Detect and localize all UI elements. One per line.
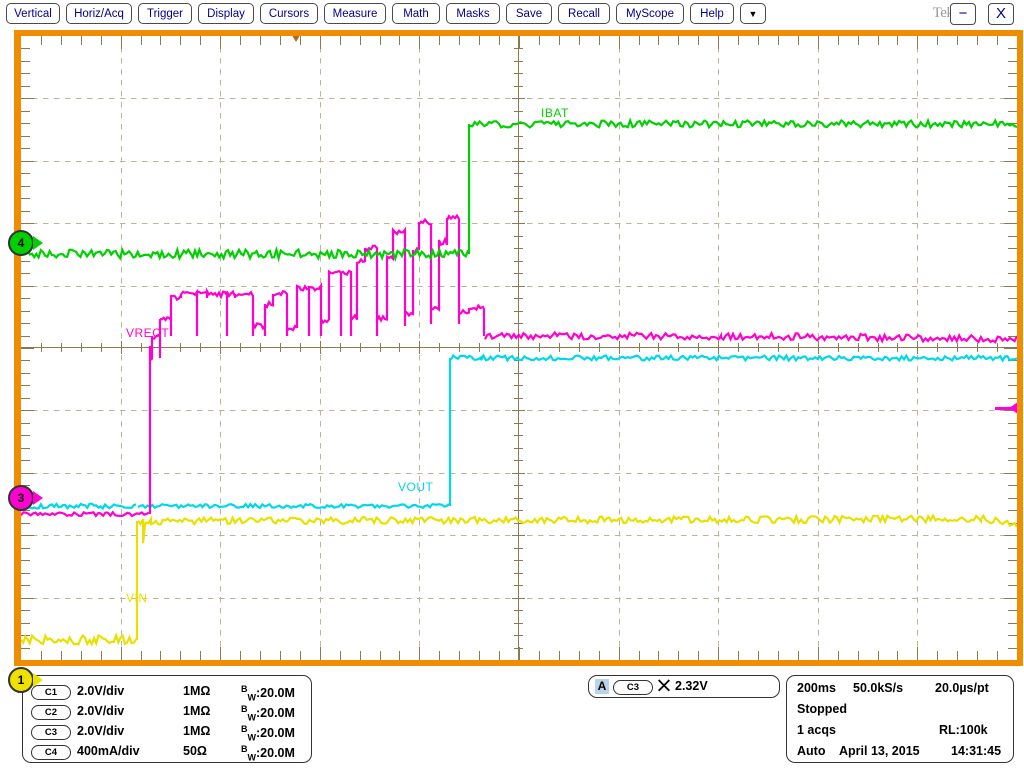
- waveform-label-vin: VIN: [126, 591, 148, 605]
- channel-row-C4[interactable]: C4 400mA/div 50Ω BW:20.0M: [31, 743, 306, 763]
- minimize-button[interactable]: −: [950, 3, 976, 25]
- menu-button-save[interactable]: Save: [506, 3, 552, 24]
- close-button[interactable]: X: [988, 3, 1014, 25]
- channel-ref-pointer-3: [33, 491, 43, 505]
- graticule-frame-right: [1017, 30, 1023, 666]
- channel-pill-C4[interactable]: C4: [31, 745, 71, 760]
- channel-impedance-C3: 1MΩ: [183, 724, 210, 738]
- channel-pill-C2[interactable]: C2: [31, 705, 71, 720]
- channel-ref-marker-1[interactable]: 1: [8, 667, 34, 693]
- menu-button-help[interactable]: Help: [690, 3, 734, 24]
- waveform-traces: [21, 36, 1017, 660]
- channel-row-C3[interactable]: C3 2.0V/div 1MΩ BW:20.0M: [31, 723, 306, 743]
- resolution-value: 20.0µs/pt: [935, 681, 989, 695]
- channel-ref-pointer-4: [33, 236, 43, 250]
- channel-bandwidth-C1: BW:20.0M: [241, 684, 295, 703]
- menu-button-display[interactable]: Display: [198, 3, 254, 24]
- timebase-value: 200ms: [797, 681, 836, 695]
- channel-impedance-C4: 50Ω: [183, 744, 207, 758]
- date-value: April 13, 2015: [839, 744, 920, 758]
- trigger-slope-icon: ⨉: [658, 678, 670, 695]
- time-value: 14:31:45: [951, 744, 1001, 758]
- trace-vrect: [21, 216, 1017, 516]
- record-length-value: RL:100k: [939, 723, 988, 737]
- trigger-settings-panel[interactable]: A C3 ⨉ 2.32V: [588, 675, 780, 698]
- menu-button-vertical[interactable]: Vertical: [6, 3, 60, 24]
- channel-settings-panel: C1 2.0V/div 1MΩ BW:20.0M C2 2.0V/div 1MΩ BW:20.…: [22, 675, 312, 763]
- trace-vout: [21, 356, 1017, 509]
- channel-pill-C3[interactable]: C3: [31, 725, 71, 740]
- trigger-source-letter: A: [595, 679, 609, 694]
- channel-voltsdiv-C3: 2.0V/div: [77, 724, 124, 738]
- graticule-plot-area[interactable]: IBAT VRECT VOUT VIN: [21, 36, 1017, 660]
- menu-overflow-chevron-down-icon[interactable]: ▼: [740, 3, 766, 24]
- channel-bandwidth-C4: BW:20.0M: [241, 744, 295, 763]
- menu-button-horiz-acq[interactable]: Horiz/Acq: [66, 3, 132, 24]
- menu-button-math[interactable]: Math: [392, 3, 440, 24]
- acquisition-state: Stopped: [797, 702, 847, 716]
- trigger-channel-pill: C3: [613, 680, 653, 695]
- channel-ref-marker-3[interactable]: 3: [8, 485, 34, 511]
- acquisition-count: 1 acqs: [797, 723, 836, 737]
- channel-ref-marker-4[interactable]: 4: [8, 230, 34, 256]
- channel-ref-pointer-1: [33, 673, 43, 687]
- graticule-frame-left: [14, 30, 21, 666]
- menu-button-masks[interactable]: Masks: [446, 3, 500, 24]
- channel-row-C1[interactable]: C1 2.0V/div 1MΩ BW:20.0M: [31, 683, 306, 703]
- menu-bar: Vertical Horiz/Acq Trigger Display Cursors Me…: [0, 0, 1024, 28]
- menu-button-measure[interactable]: Measure: [324, 3, 386, 24]
- channel-voltsdiv-C1: 2.0V/div: [77, 684, 124, 698]
- trace-ibat: [21, 121, 1017, 259]
- waveform-label-ibat: IBAT: [541, 106, 569, 120]
- channel-bandwidth-C2: BW:20.0M: [241, 704, 295, 723]
- waveform-label-vout: VOUT: [398, 480, 433, 494]
- trigger-position-marker[interactable]: [289, 36, 303, 42]
- channel-bandwidth-C3: BW:20.0M: [241, 724, 295, 743]
- trigger-level-marker[interactable]: [1009, 402, 1017, 414]
- acquisition-status-panel: 200ms 50.0kS/s 20.0µs/pt Stopped 1 acqs …: [786, 675, 1014, 763]
- scope-display: IBATVRECTVOUTVIN 431: [14, 30, 1023, 666]
- menu-button-recall[interactable]: Recall: [558, 3, 610, 24]
- menu-button-cursors[interactable]: Cursors: [260, 3, 318, 24]
- channel-voltsdiv-C4: 400mA/div: [77, 744, 140, 758]
- graticule-frame-bottom: [14, 660, 1023, 666]
- channel-impedance-C1: 1MΩ: [183, 684, 210, 698]
- channel-voltsdiv-C2: 2.0V/div: [77, 704, 124, 718]
- menu-button-trigger[interactable]: Trigger: [138, 3, 192, 24]
- waveform-label-vrect: VRECT: [126, 326, 169, 340]
- trace-vin: [21, 516, 1017, 645]
- trigger-mode-value: Auto: [797, 744, 825, 758]
- channel-impedance-C2: 1MΩ: [183, 704, 210, 718]
- channel-pill-C1[interactable]: C1: [31, 685, 71, 700]
- menu-button-myscope[interactable]: MyScope: [616, 3, 684, 24]
- channel-row-C2[interactable]: C2 2.0V/div 1MΩ BW:20.0M: [31, 703, 306, 723]
- trigger-level-value: 2.32V: [675, 679, 708, 693]
- sample-rate-value: 50.0kS/s: [853, 681, 903, 695]
